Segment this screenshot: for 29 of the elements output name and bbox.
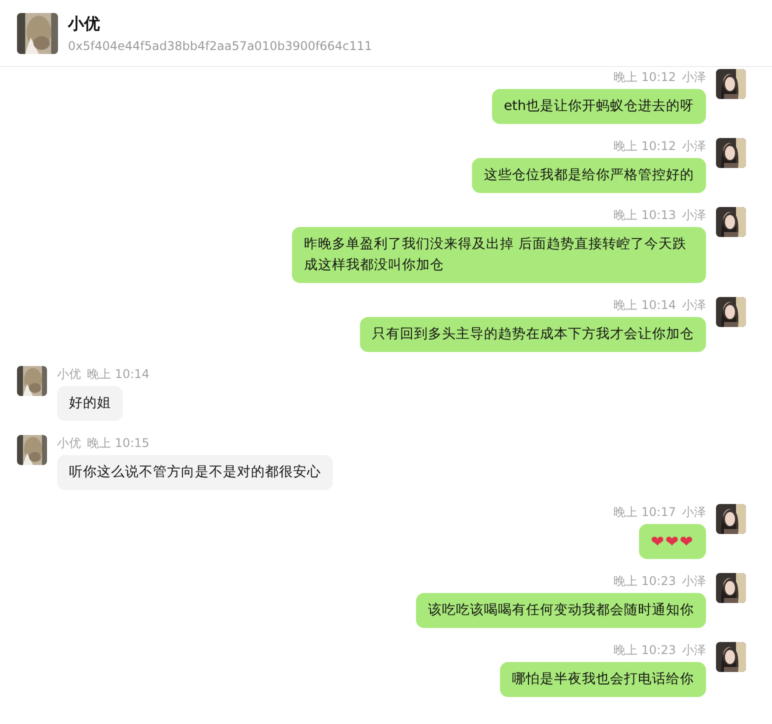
emoji-message: ❤❤❤ bbox=[638, 524, 706, 559]
sender-name: 小泽 bbox=[682, 138, 706, 154]
sender-name: 小泽 bbox=[682, 69, 706, 85]
sender-name: 小泽 bbox=[682, 504, 706, 520]
message-bubble: 只有回到多头主导的趋势在成本下方我才会让你加仓 bbox=[360, 317, 706, 352]
message-time: 晚上 10:23 bbox=[614, 642, 676, 658]
message-bubble: 该吃吃该喝喝有任何变动我都会随时通知你 bbox=[416, 593, 706, 628]
message-bubble: 听你这么说不管方向是不是对的都很安心 bbox=[57, 455, 333, 490]
message-time: 晚上 10:12 bbox=[614, 138, 676, 154]
message-time: 晚上 10:13 bbox=[614, 207, 676, 223]
contact-name: 小优 bbox=[68, 14, 101, 34]
message-time: 晚上 10:17 bbox=[614, 504, 676, 520]
message-bubble: 哪怕是半夜我也会打电话给你 bbox=[500, 662, 706, 697]
message-time: 晚上 10:14 bbox=[87, 366, 150, 382]
message-time: 晚上 10:14 bbox=[614, 297, 676, 313]
message-bubble: eth也是让你开蚂蚁仓进去的呀 bbox=[492, 89, 706, 124]
sender-name: 小泽 bbox=[682, 573, 706, 589]
wallet-address: 0x5f404e44f5ad38bb4f2aa57a010b3900f664c111 bbox=[68, 38, 372, 52]
message-time: 晚上 10:15 bbox=[87, 435, 150, 451]
message-bubble: 这些仓位我都是给你严格管控好的 bbox=[472, 158, 706, 193]
message-bubble: 好的姐 bbox=[57, 386, 123, 421]
sender-name: 小泽 bbox=[682, 297, 706, 313]
message-bubble: 昨晚多单盈利了我们没来得及出掉 后面趋势直接转崆了今天跌成这样我都没叫你加仓 bbox=[292, 227, 706, 283]
message-time: 晚上 10:12 bbox=[614, 69, 676, 85]
sender-name: 小优 bbox=[57, 366, 81, 382]
sender-name: 小优 bbox=[57, 435, 81, 451]
sender-name: 小泽 bbox=[682, 207, 706, 223]
sender-name: 小泽 bbox=[682, 642, 706, 658]
message-time: 晚上 10:23 bbox=[614, 573, 676, 589]
